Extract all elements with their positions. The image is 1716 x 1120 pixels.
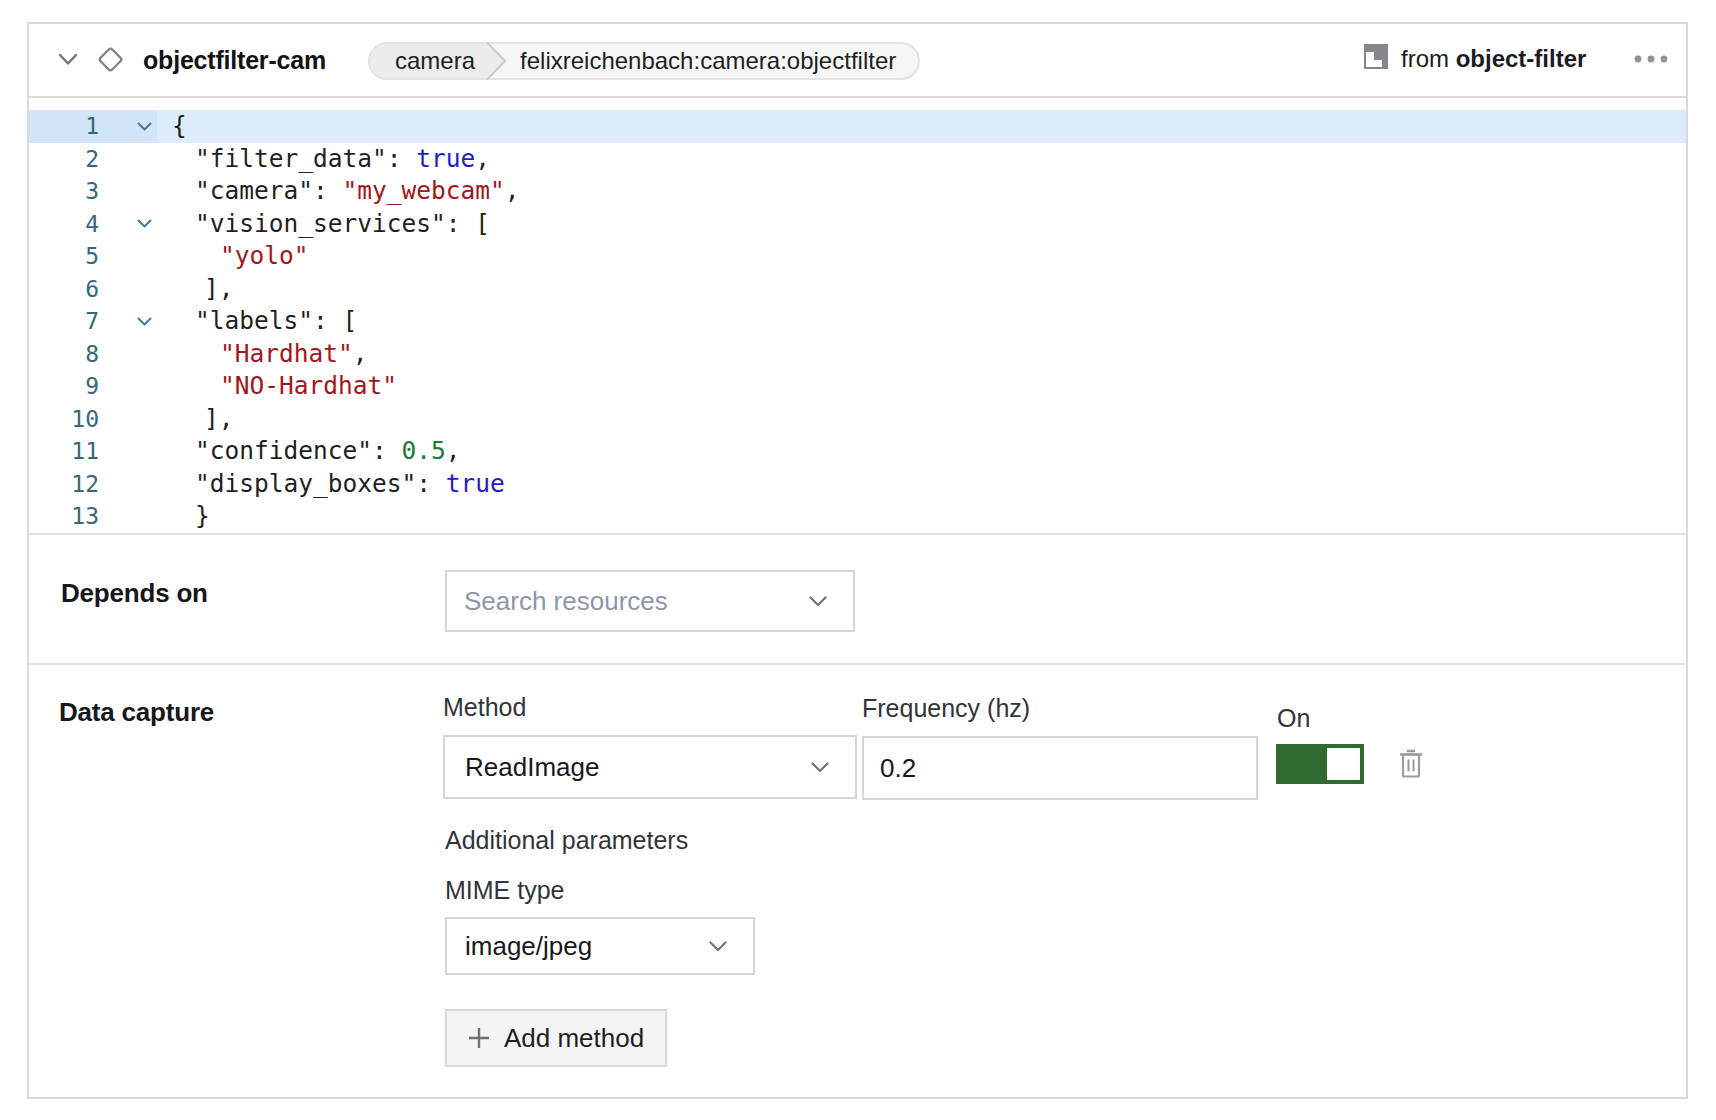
- resource-card: objectfilter-cam camera felixreichenbach…: [27, 22, 1688, 1099]
- add-method-button[interactable]: Add method: [445, 1009, 667, 1067]
- frequency-label: Frequency (hz): [862, 694, 1030, 723]
- code-line-9[interactable]: 9 "NO-Hardhat": [29, 370, 1686, 403]
- json-code-editor[interactable]: 1{2"filter_data": true,3"camera": "my_we…: [29, 98, 1686, 535]
- code-line-13[interactable]: 13}: [29, 500, 1686, 533]
- more-options-button[interactable]: [1634, 55, 1668, 63]
- chevron-down-icon: [709, 941, 727, 952]
- toggle-knob: [1327, 748, 1360, 780]
- mime-type-label: MIME type: [445, 876, 564, 905]
- code-text: ],: [204, 403, 234, 436]
- line-number: 12: [29, 468, 99, 501]
- component-diamond-icon: [97, 46, 124, 73]
- resource-title: objectfilter-cam: [143, 46, 326, 75]
- code-text: "filter_data": true,: [195, 143, 490, 176]
- code-line-11[interactable]: 11 "confidence": 0.5,: [29, 435, 1686, 468]
- code-text: "Hardhat",: [220, 338, 368, 371]
- fold-chevron-icon[interactable]: [137, 110, 152, 143]
- line-number: 10: [29, 403, 99, 436]
- code-line-10[interactable]: 10],: [29, 403, 1686, 436]
- code-text: "NO-Hardhat": [220, 370, 397, 403]
- chevron-down-icon: [809, 596, 827, 607]
- resource-header: objectfilter-cam camera felixreichenbach…: [29, 24, 1686, 98]
- additional-parameters-label: Additional parameters: [445, 826, 688, 855]
- line-number: 5: [29, 240, 99, 273]
- line-number: 3: [29, 175, 99, 208]
- capture-on-toggle[interactable]: [1276, 744, 1364, 784]
- depends-on-label: Depends on: [61, 578, 208, 609]
- plus-icon: [468, 1027, 490, 1049]
- depends-on-section: Depends on Search resources: [29, 535, 1686, 665]
- code-text: ],: [204, 273, 234, 306]
- code-text: "camera": "my_webcam",: [195, 175, 520, 208]
- line-number: 4: [29, 208, 99, 241]
- module-source-label: from object-filter: [1401, 45, 1586, 73]
- code-line-3[interactable]: 3 "camera": "my_webcam",: [29, 175, 1686, 208]
- mime-type-select[interactable]: image/jpeg: [445, 917, 755, 975]
- method-select[interactable]: ReadImage: [443, 735, 857, 799]
- line-number: 1: [29, 110, 99, 143]
- frequency-input[interactable]: 0.2: [862, 736, 1258, 800]
- code-text: "yolo": [220, 240, 309, 273]
- code-line-7[interactable]: 7 "labels": [: [29, 305, 1686, 338]
- module-icon: [1364, 44, 1388, 69]
- line-number: 8: [29, 338, 99, 371]
- line-number: 6: [29, 273, 99, 306]
- code-line-1[interactable]: 1{: [29, 110, 1686, 143]
- line-number: 2: [29, 143, 99, 176]
- code-text: "vision_services": [: [195, 208, 490, 241]
- code-line-5[interactable]: 5 "yolo": [29, 240, 1686, 273]
- line-number: 7: [29, 305, 99, 338]
- resource-type-breadcrumb: camera felixreichenbach:camera:objectfil…: [368, 42, 920, 80]
- code-line-6[interactable]: 6],: [29, 273, 1686, 306]
- fold-chevron-icon[interactable]: [137, 305, 152, 338]
- chevron-down-icon: [811, 762, 829, 773]
- code-text: {: [172, 110, 187, 143]
- code-text: }: [195, 500, 210, 533]
- badge-model: felixreichenbach:camera:objectfilter: [508, 47, 918, 75]
- collapse-chevron-icon[interactable]: [58, 53, 78, 66]
- delete-method-icon[interactable]: [1398, 747, 1424, 780]
- data-capture-section: Data capture Method ReadImage Frequency …: [29, 665, 1686, 1097]
- line-number: 11: [29, 435, 99, 468]
- depends-on-select[interactable]: Search resources: [445, 570, 855, 632]
- fold-chevron-icon[interactable]: [137, 208, 152, 241]
- data-capture-label: Data capture: [59, 697, 214, 728]
- toggle-on-label: On: [1277, 704, 1310, 733]
- breadcrumb-separator: [484, 42, 508, 80]
- code-text: "labels": [: [195, 305, 357, 338]
- code-text: "display_boxes": true: [195, 468, 505, 501]
- code-text: "confidence": 0.5,: [195, 435, 461, 468]
- code-line-8[interactable]: 8 "Hardhat",: [29, 338, 1686, 371]
- line-number: 9: [29, 370, 99, 403]
- method-label: Method: [443, 693, 526, 722]
- line-number: 13: [29, 500, 99, 533]
- code-line-4[interactable]: 4 "vision_services": [: [29, 208, 1686, 241]
- code-line-12[interactable]: 12 "display_boxes": true: [29, 468, 1686, 501]
- code-line-2[interactable]: 2 "filter_data": true,: [29, 143, 1686, 176]
